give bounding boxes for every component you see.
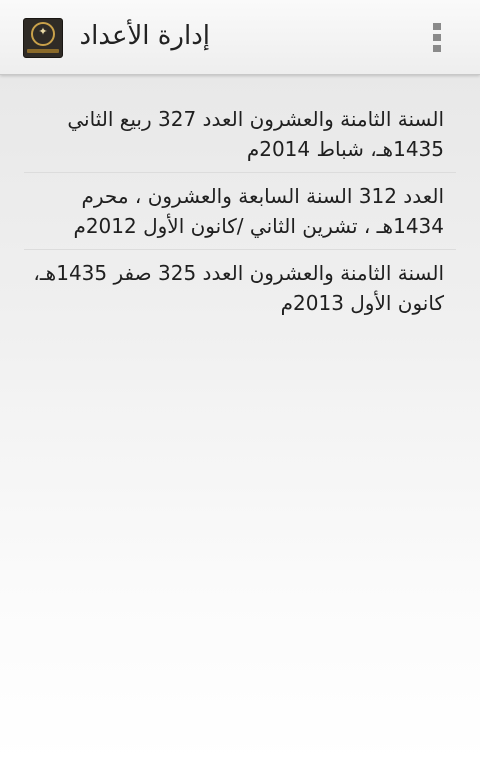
menu-dot (433, 23, 441, 30)
issue-list: السنة الثامنة والعشرون العدد 327 ربيع ال… (24, 96, 456, 326)
overflow-menu-icon[interactable] (424, 18, 450, 58)
menu-dot (433, 34, 441, 41)
action-bar: ✦ إدارة الأعداد (0, 0, 480, 75)
menu-dot (433, 45, 441, 52)
logo-strip (27, 49, 59, 53)
logo-glyph: ✦ (38, 25, 48, 38)
issue-list-item[interactable]: السنة الثامنة والعشرون العدد 327 ربيع ال… (24, 96, 456, 173)
issue-list-item[interactable]: السنة الثامنة والعشرون العدد 325 صفر 143… (24, 250, 456, 326)
page-title: إدارة الأعداد (79, 21, 210, 51)
magazine-logo-icon[interactable]: ✦ (23, 18, 63, 58)
issue-list-item[interactable]: العدد 312 السنة السابعة والعشرون ، محرم … (24, 173, 456, 250)
